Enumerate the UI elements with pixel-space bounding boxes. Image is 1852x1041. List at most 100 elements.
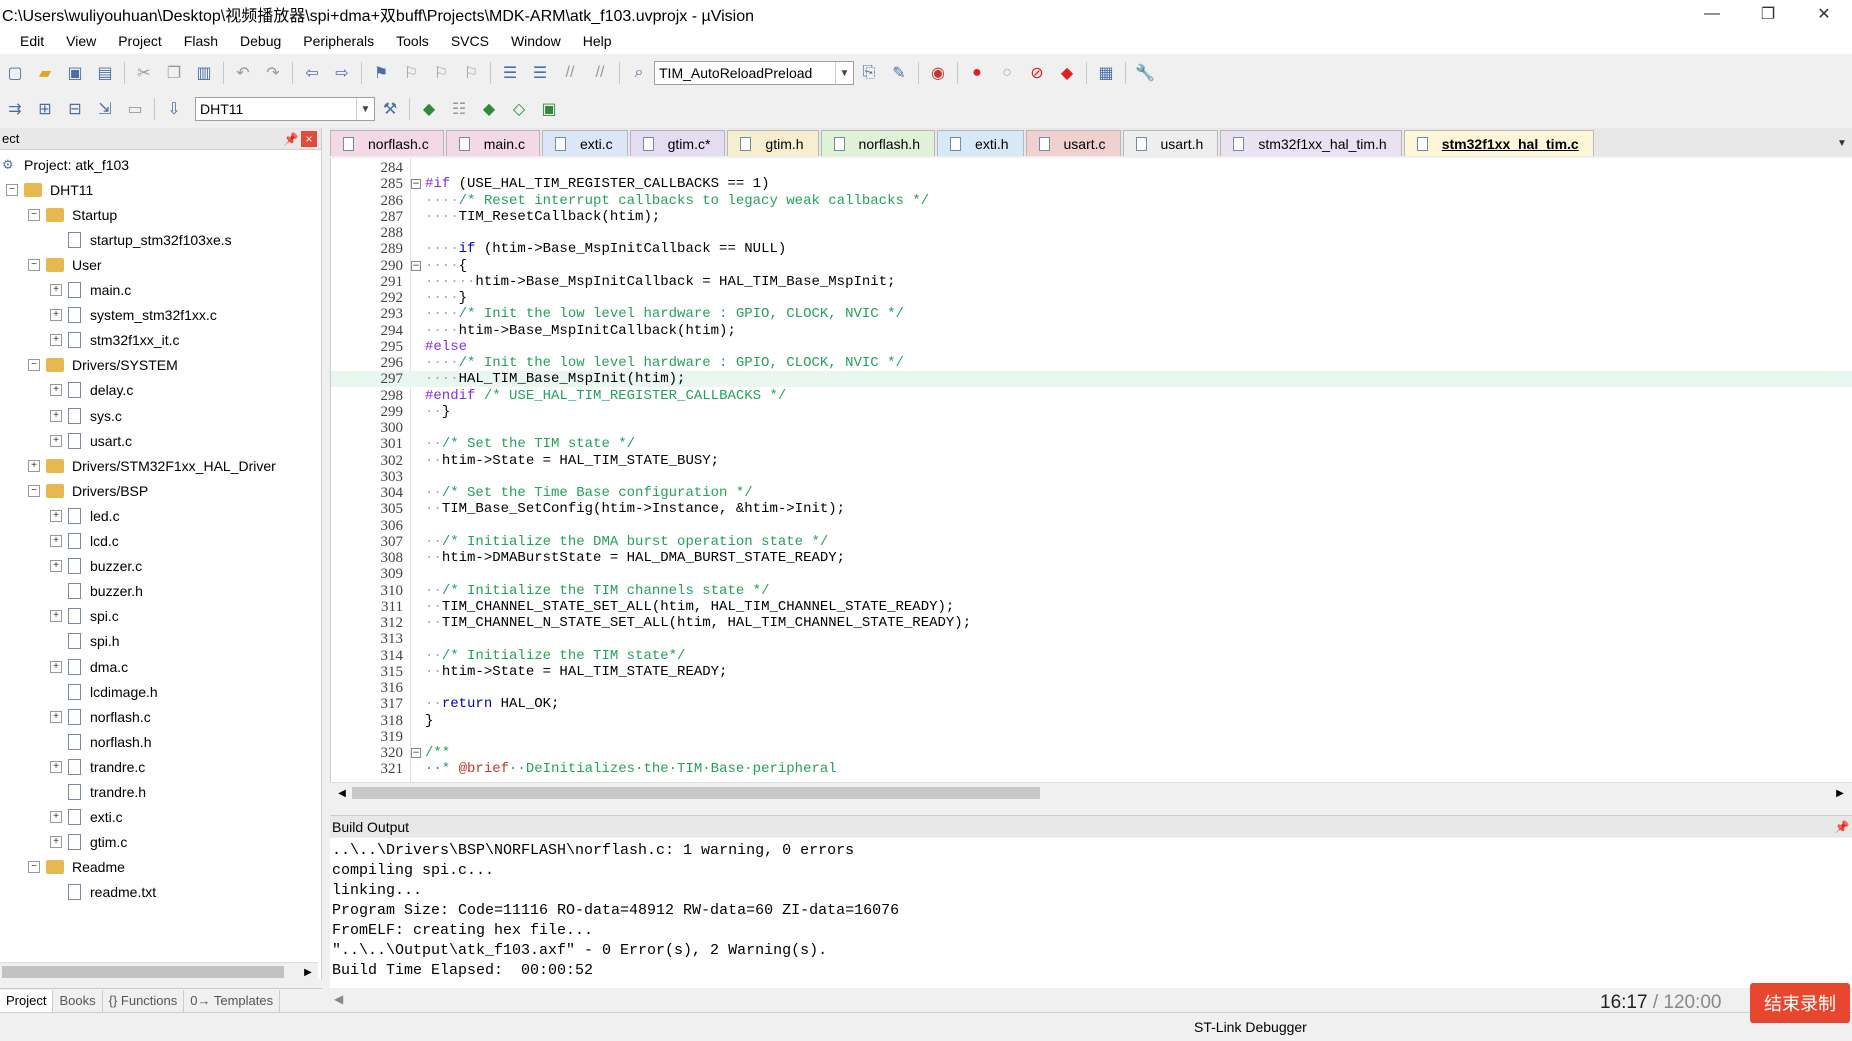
kill-breakpoints-icon[interactable]: ⊘ (1024, 60, 1050, 86)
editor-tab[interactable]: usart.h (1122, 130, 1219, 156)
manage-components-icon[interactable]: ◆ (416, 96, 442, 122)
close-window-button[interactable]: ✕ (1796, 0, 1852, 28)
expand-icon[interactable]: + (50, 535, 62, 547)
expand-icon[interactable]: + (50, 610, 62, 623)
code-line[interactable]: 304 ··/* Set the Time Base configuration … (331, 485, 1852, 501)
clear-bookmarks-icon[interactable]: ⚐ (458, 60, 484, 86)
tree-file[interactable]: + exti.c (50, 805, 123, 830)
code-line[interactable]: 317 ··return HAL_OK; (331, 696, 1852, 712)
indent-icon[interactable]: ☰ (497, 60, 523, 86)
find-combo[interactable]: TIM_AutoReloadPreload ▼ (654, 61, 854, 85)
code-line[interactable]: 286 ····/* Reset interrupt callbacks to l… (331, 193, 1852, 209)
restore-button[interactable]: ❐ (1740, 0, 1796, 28)
copy-icon[interactable]: ❐ (161, 60, 187, 86)
code-line[interactable]: 309 (331, 566, 1852, 582)
code-line[interactable]: 315 ··htim->State = HAL_TIM_STATE_READY; (331, 664, 1852, 680)
code-line[interactable]: 290− ····{ (331, 258, 1852, 274)
next-bookmark-icon[interactable]: ⚐ (428, 60, 454, 86)
editor-tab[interactable]: gtim.c* (629, 130, 726, 156)
project-hscrollbar[interactable]: ▶ (0, 962, 318, 980)
code-line[interactable]: 300 (331, 420, 1852, 436)
expand-icon[interactable]: + (50, 710, 62, 723)
run-time-environment-icon[interactable]: ▣ (536, 96, 562, 122)
code-line[interactable]: 299 ··} (331, 404, 1852, 420)
expand-icon[interactable]: + (50, 309, 62, 322)
editor-tab[interactable]: gtim.h (727, 130, 819, 156)
code-line[interactable]: 294 ····htim->Base_MspInitCallback(htim); (331, 323, 1852, 339)
expand-icon[interactable]: + (50, 560, 62, 573)
code-line[interactable]: 295 #else (331, 339, 1852, 355)
code-line[interactable]: 284 (331, 160, 1852, 176)
code-line[interactable]: 314 ··/* Initialize the TIM state*/ (331, 648, 1852, 664)
paste-icon[interactable]: ▥ (191, 60, 217, 86)
editor-tab[interactable]: norflash.h (820, 130, 936, 156)
tree-file[interactable]: readme.txt (50, 880, 156, 905)
build-output-scrollbar[interactable]: ◀ (330, 988, 1580, 1012)
collapse-icon[interactable]: − (28, 258, 40, 271)
tree-file[interactable]: + buzzer.c (50, 554, 142, 579)
menu-debug[interactable]: Debug (229, 33, 292, 49)
editor-hscrollbar[interactable]: ◀ ▶ (330, 782, 1852, 802)
tree-file[interactable]: spi.h (50, 629, 120, 654)
expand-icon[interactable]: + (50, 760, 62, 773)
code-line[interactable]: 321 ··* @brief··DeInitializes·the·TIM·Bas… (331, 761, 1852, 777)
tree-group[interactable]: − User (28, 252, 102, 277)
pin-icon[interactable]: 📌 (281, 132, 301, 146)
navigate-forward-icon[interactable]: ⇨ (329, 60, 355, 86)
translate-icon[interactable]: ⇉ (2, 96, 28, 122)
collapse-icon[interactable]: − (6, 183, 18, 196)
save-icon[interactable]: ▣ (62, 60, 88, 86)
editor-tab[interactable]: stm32f1xx_hal_tim.c (1403, 130, 1594, 156)
panel-tab-2[interactable]: {} Functions (103, 989, 185, 1012)
code-line[interactable]: 302 ··htim->State = HAL_TIM_STATE_BUSY; (331, 453, 1852, 469)
incremental-find-icon[interactable]: ⎘ (856, 60, 882, 86)
code-line[interactable]: 292 ····} (331, 290, 1852, 306)
close-panel-button[interactable]: × (301, 130, 317, 147)
disable-all-breakpoints-icon[interactable]: ◆ (1054, 60, 1080, 86)
chevron-down-icon[interactable]: ▼ (356, 98, 374, 120)
code-line[interactable]: 291 ······htim->Base_MspInitCallback = HA… (331, 274, 1852, 290)
rebuild-icon[interactable]: ⊟ (62, 96, 88, 122)
pack-installer-icon[interactable]: ◆ (476, 96, 502, 122)
new-file-icon[interactable]: ▢ (2, 60, 28, 86)
code-line[interactable]: 289 ····if (htim->Base_MspInitCallback ==… (331, 241, 1852, 257)
code-line[interactable]: 296 ····/* Init the low level hardware : … (331, 355, 1852, 371)
tree-project-root[interactable]: ⚙ Project: atk_f103 (2, 152, 129, 177)
tree-file[interactable]: + lcd.c (50, 529, 119, 554)
uncomment-icon[interactable]: // (587, 60, 613, 86)
tree-group[interactable]: + Drivers/STM32F1xx_HAL_Driver (28, 453, 276, 478)
code-line[interactable]: 320−/** (331, 745, 1852, 761)
code-line[interactable]: 312 ··TIM_CHANNEL_N_STATE_SET_ALL(htim, H… (331, 615, 1852, 631)
tree-target[interactable]: − DHT11 (6, 177, 93, 202)
tree-file[interactable]: + system_stm32f1xx.c (50, 303, 217, 328)
code-line[interactable]: 318} (331, 713, 1852, 729)
code-line[interactable]: 301 ··/* Set the TIM state */ (331, 436, 1852, 452)
scroll-right-icon[interactable]: ▶ (1832, 783, 1848, 803)
expand-icon[interactable]: + (50, 334, 62, 347)
comment-icon[interactable]: // (557, 60, 583, 86)
code-line[interactable]: 297 ····HAL_TIM_Base_MspInit(htim); (331, 371, 1852, 388)
tree-file[interactable]: startup_stm32f103xe.s (50, 227, 232, 252)
configure-icon[interactable]: 🔧 (1132, 60, 1158, 86)
redo-icon[interactable]: ↷ (260, 60, 286, 86)
bookmark-icon[interactable]: ⚑ (368, 60, 394, 86)
open-file-icon[interactable]: ▰ (32, 60, 58, 86)
tree-group[interactable]: − Drivers/SYSTEM (28, 353, 178, 378)
code-line[interactable]: 285− #if (USE_HAL_TIM_REGISTER_CALLBACKS … (331, 176, 1852, 192)
menu-svcs[interactable]: SVCS (440, 33, 500, 49)
minimize-button[interactable]: — (1684, 0, 1740, 28)
menu-help[interactable]: Help (572, 33, 623, 49)
pin-icon[interactable]: 📌 (1832, 820, 1852, 834)
tree-group[interactable]: − Drivers/BSP (28, 478, 148, 503)
menu-edit[interactable]: Edit (0, 33, 55, 49)
tree-file[interactable]: + usart.c (50, 428, 132, 453)
code-line[interactable]: 311 ··TIM_CHANNEL_STATE_SET_ALL(htim, HAL… (331, 599, 1852, 615)
editor-tab[interactable]: stm32f1xx_hal_tim.h (1220, 130, 1402, 156)
tree-file[interactable]: + trandre.c (50, 754, 145, 779)
code-line[interactable]: 308 ··htim->DMABurstState = HAL_DMA_BURST… (331, 550, 1852, 566)
tree-file[interactable]: + norflash.c (50, 704, 151, 729)
save-all-icon[interactable]: ▤ (92, 60, 118, 86)
code-line[interactable]: 319 (331, 729, 1852, 745)
target-options-icon[interactable]: ⚒ (377, 96, 403, 122)
tree-file[interactable]: + delay.c (50, 378, 133, 403)
